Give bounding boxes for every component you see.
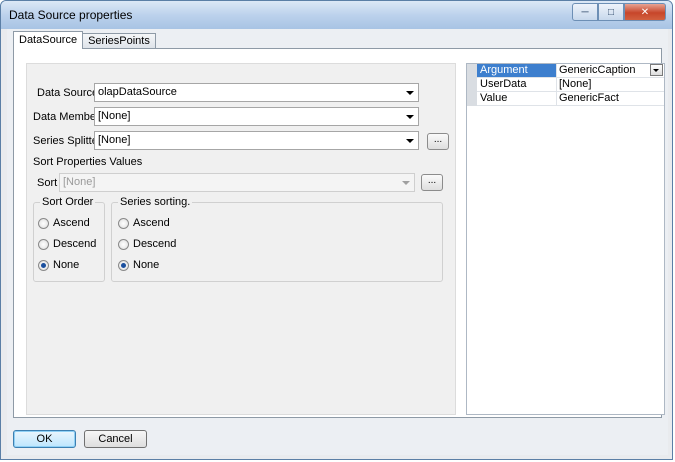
grid-row-value[interactable]: [None]: [559, 78, 664, 91]
radio-circle: [38, 217, 49, 229]
property-grid[interactable]: Argument GenericCaption UserData [None] …: [466, 63, 665, 415]
series-splitter-browse-button[interactable]: ...: [427, 133, 449, 150]
minimize-button[interactable]: ─: [572, 3, 598, 21]
cancel-button[interactable]: Cancel: [84, 430, 147, 448]
radio-circle: [38, 238, 49, 250]
data-member-label: Data Member: [33, 111, 100, 123]
chevron-down-icon: [406, 91, 414, 95]
sort-order-descend-radio[interactable]: Descend: [38, 238, 96, 250]
data-source-value: olapDataSource: [98, 86, 177, 98]
ok-button[interactable]: OK: [13, 430, 76, 448]
series-splitter-label: Series Splitter: [33, 135, 102, 147]
window-title: Data Source properties: [9, 8, 133, 22]
sort-browse-button[interactable]: ...: [421, 174, 443, 191]
series-sorting-ascend-radio[interactable]: Ascend: [118, 217, 170, 229]
chevron-down-icon[interactable]: [650, 64, 663, 76]
series-sorting-group: Series sorting. Ascend Descend None: [111, 196, 443, 282]
minimize-icon: ─: [581, 6, 589, 18]
grid-row-name: Argument: [477, 64, 557, 77]
grid-row-value[interactable]: GenericFact: [559, 92, 664, 105]
radio-label: Descend: [53, 238, 97, 250]
caption-buttons: ─ □ ✕: [572, 3, 666, 21]
maximize-button[interactable]: □: [598, 3, 624, 21]
chevron-down-icon: [406, 139, 414, 143]
grid-row-margin: [467, 92, 477, 106]
sort-combo: [None]: [59, 173, 415, 192]
title-bar[interactable]: Data Source properties ─ □ ✕: [1, 1, 672, 29]
series-sorting-none-radio[interactable]: None: [118, 259, 159, 271]
grid-row-value[interactable]: GenericCaption: [559, 64, 664, 77]
tab-strip: DataSource SeriesPoints: [13, 31, 156, 49]
datasource-panel: Data Source olapDataSource Data Member […: [26, 63, 456, 415]
sort-order-none-radio[interactable]: None: [38, 259, 79, 271]
sort-order-ascend-radio[interactable]: Ascend: [38, 217, 90, 229]
sort-order-title: Sort Order: [40, 196, 96, 208]
close-button[interactable]: ✕: [624, 3, 666, 21]
sort-value: [None]: [63, 176, 96, 188]
radio-label: Ascend: [53, 217, 90, 229]
grid-row-argument[interactable]: Argument GenericCaption: [467, 64, 664, 78]
grid-row-value-field[interactable]: Value GenericFact: [467, 92, 664, 106]
data-source-combo[interactable]: olapDataSource: [94, 83, 419, 102]
close-icon: ✕: [640, 6, 650, 18]
radio-circle: [118, 217, 129, 229]
chevron-down-icon: [406, 115, 414, 119]
tab-seriespoints[interactable]: SeriesPoints: [82, 33, 156, 49]
sort-properties-title: Sort Properties Values: [33, 156, 143, 168]
radio-label: None: [133, 259, 160, 271]
dialog-window: Data Source properties ─ □ ✕ DataSource …: [0, 0, 673, 460]
tab-page-datasource: Data Source olapDataSource Data Member […: [13, 48, 665, 418]
grid-row-name: UserData: [480, 78, 557, 91]
grid-row-margin: [467, 78, 477, 92]
data-source-label: Data Source: [37, 87, 99, 99]
tab-datasource[interactable]: DataSource: [13, 31, 84, 49]
sort-label: Sort: [37, 177, 58, 189]
radio-circle: [118, 238, 129, 250]
grid-row-userdata[interactable]: UserData [None]: [467, 78, 664, 92]
radio-label: Descend: [133, 238, 177, 250]
series-splitter-combo[interactable]: [None]: [94, 131, 419, 150]
data-member-value: [None]: [98, 110, 131, 122]
radio-circle: [118, 259, 129, 271]
chevron-down-icon: [402, 181, 410, 185]
radio-label: Ascend: [133, 217, 170, 229]
grid-row-margin: [467, 64, 477, 78]
sort-order-group: Sort Order Ascend Descend None: [33, 196, 105, 282]
dialog-client-area: DataSource SeriesPoints Data Source olap…: [7, 29, 668, 455]
maximize-icon: □: [607, 6, 615, 18]
series-sorting-title: Series sorting.: [118, 196, 193, 208]
data-member-combo[interactable]: [None]: [94, 107, 419, 126]
radio-label: None: [53, 259, 80, 271]
series-splitter-value: [None]: [98, 134, 131, 146]
radio-circle: [38, 259, 49, 271]
grid-row-name: Value: [480, 92, 557, 105]
series-sorting-descend-radio[interactable]: Descend: [118, 238, 176, 250]
